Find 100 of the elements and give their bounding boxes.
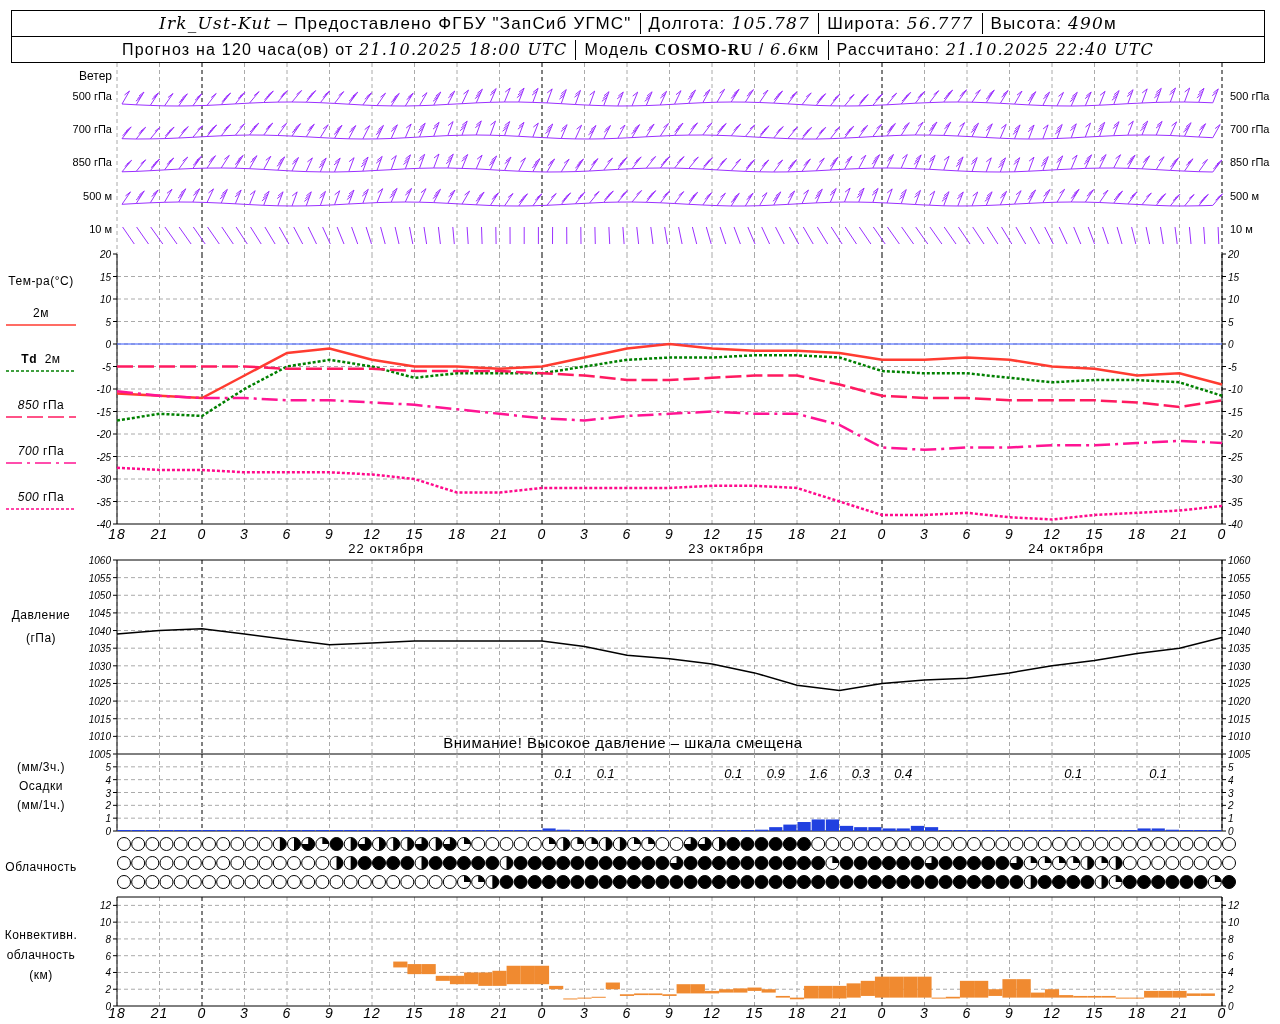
- header-text: Irk_Ust-Kut – Предоставлено ФГБУ "ЗапСиб УГМС": [158, 13, 633, 34]
- cloud-cover-icon: [485, 856, 500, 870]
- cloud-cover-icon: [768, 875, 783, 889]
- cloud-cover-icon: [1165, 856, 1180, 870]
- cloud-cover-icon: [1080, 837, 1095, 851]
- level-label: 500 гПа: [1230, 90, 1270, 102]
- cloud-cover-icon: [1193, 837, 1208, 851]
- panel-title: Давление: [11, 608, 71, 622]
- cloud-cover-icon: [145, 875, 160, 889]
- axis-tick-label: 21: [830, 526, 849, 542]
- axis-tick-label: 12: [363, 526, 381, 542]
- cloud-cover-icon: [726, 856, 741, 870]
- cloud-cover-icon: [1207, 856, 1222, 870]
- cloud-cover-icon: [258, 837, 273, 851]
- axis-tick-label: 0: [1217, 1005, 1227, 1020]
- cloud-cover-icon: [1122, 837, 1137, 851]
- axis-tick-label: 15: [1085, 1005, 1104, 1020]
- cloud-cover-icon: [938, 856, 953, 870]
- panel-title: Конвективн.: [4, 928, 78, 942]
- cloud-cover-icon: [768, 837, 783, 851]
- cloud-cover-icon: [570, 875, 585, 889]
- axis-tick-label: 0: [537, 526, 547, 542]
- cloud-cover-icon: [343, 837, 358, 851]
- axis-tick-label: -5: [1228, 361, 1237, 373]
- cloud-cover-icon: [386, 856, 401, 870]
- cloud-cover-icon: [1137, 875, 1151, 889]
- cloud-cover-icon: [272, 875, 287, 889]
- axis-tick-label: 15: [99, 271, 111, 283]
- axis-tick-label: 20: [1228, 249, 1240, 260]
- cloud-cover-icon: [357, 837, 372, 851]
- cloud-cover-icon: [967, 856, 981, 870]
- cloud-cover-icon: [173, 856, 188, 870]
- axis-tick-label: 4: [1228, 967, 1234, 979]
- precipitation-total: 1.6: [809, 766, 828, 781]
- axis-tick-label: -30: [96, 474, 111, 485]
- axis-tick-label: 3: [105, 787, 111, 799]
- axis-tick-label: 9: [325, 526, 334, 542]
- cloud-cover-icon: [202, 856, 216, 870]
- cloud-cover-icon: [598, 856, 613, 870]
- cloud-cover-icon: [187, 856, 202, 870]
- cloud-cover-icon: [173, 875, 188, 889]
- axis-tick-label: 3: [920, 526, 929, 542]
- cloud-cover-icon: [527, 875, 542, 889]
- day-label: 24 октября: [1028, 541, 1104, 556]
- cloud-cover-icon: [655, 837, 670, 851]
- cloud-cover-icon: [1066, 875, 1081, 889]
- cloud-cover-icon: [202, 875, 216, 889]
- cloud-cover-icon: [952, 837, 967, 851]
- axis-tick-label: 21: [1170, 1005, 1189, 1020]
- axis-tick-label: 21: [830, 1005, 849, 1020]
- panel-title: Облачность: [5, 860, 77, 874]
- axis-tick-label: 9: [1005, 1005, 1014, 1020]
- cloud-cover-icon: [315, 856, 330, 870]
- cloud-cover-icon: [428, 837, 443, 851]
- cloud-cover-icon: [1052, 837, 1066, 851]
- cloud-cover-icon: [570, 856, 585, 870]
- cloud-cover-icon: [1179, 856, 1194, 870]
- axis-tick-label: 0: [197, 526, 207, 542]
- cloud-cover-icon: [570, 837, 585, 851]
- cloud-cover-icon: [740, 837, 755, 851]
- cloud-cover-icon: [853, 837, 868, 851]
- cloud-cover-icon: [556, 875, 571, 889]
- cloud-cover-icon: [442, 875, 457, 889]
- cloud-cover-icon: [697, 837, 712, 851]
- unit-label: (гПа): [25, 631, 57, 645]
- cloud-cover-icon: [1052, 875, 1066, 889]
- axis-tick-label: 1050: [88, 590, 111, 602]
- axis-tick-label: 4: [105, 967, 111, 979]
- cloud-cover-icon: [683, 837, 698, 851]
- axis-tick-label: -35: [1228, 496, 1243, 508]
- axis-tick-label: -10: [1228, 384, 1243, 395]
- cloud-cover-icon: [669, 837, 684, 851]
- cloud-cover-icon: [343, 856, 358, 870]
- level-label: 700 гПа: [1230, 123, 1270, 135]
- cloud-cover-icon: [1207, 875, 1222, 889]
- cloud-cover-icon: [598, 837, 613, 851]
- cloud-cover-icon: [655, 856, 670, 870]
- cloud-cover-icon: [627, 856, 641, 870]
- axis-tick-label: 1025: [88, 678, 111, 690]
- level-label: 10 м: [89, 223, 112, 235]
- cloud-cover-icon: [683, 875, 698, 889]
- cloud-cover-icon: [372, 875, 386, 889]
- axis-tick-label: 6: [1228, 950, 1234, 962]
- panel-title: Ветер: [79, 69, 112, 83]
- cloud-cover-icon: [542, 856, 556, 870]
- cloud-cover-icon: [117, 856, 131, 870]
- cloud-cover-icon: [244, 837, 259, 851]
- axis-tick-label: 1025: [1228, 678, 1251, 690]
- cloud-cover-icon: [159, 856, 174, 870]
- cloud-cover-icon: [216, 837, 231, 851]
- precipitation-total: 0.1: [1064, 766, 1083, 781]
- cloud-cover-icon: [1179, 875, 1194, 889]
- axis-tick-label: 10: [99, 917, 111, 929]
- axis-tick-label: -15: [96, 406, 111, 418]
- cloud-cover-icon: [1108, 837, 1123, 851]
- axis-tick-label: 1060: [1228, 555, 1251, 566]
- level-label: 500 м: [83, 190, 112, 202]
- cloud-cover-icon: [882, 875, 896, 889]
- cloud-cover-icon: [131, 875, 146, 889]
- cloud-cover-icon: [1066, 856, 1081, 870]
